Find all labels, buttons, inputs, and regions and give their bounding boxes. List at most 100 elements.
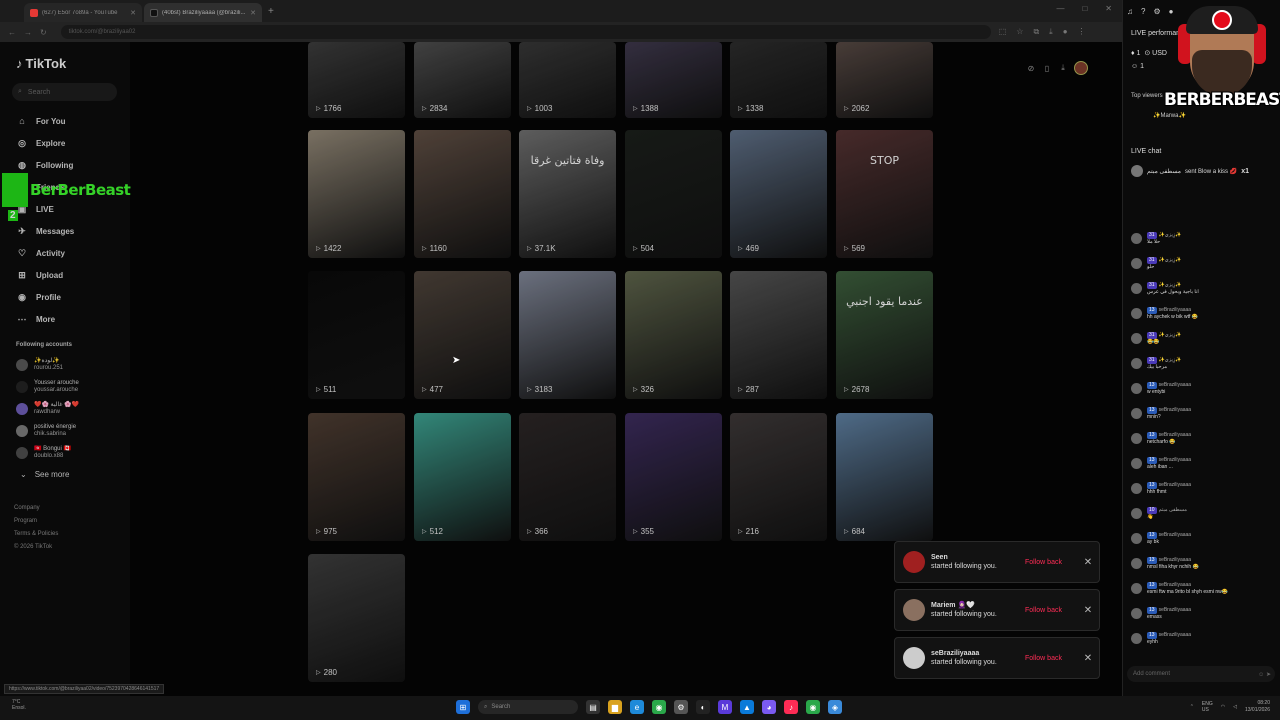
chat-message[interactable]: 13 seBraziliyaaaa w entybi bbox=[1131, 382, 1276, 407]
following-account[interactable]: Yousser arouche youssar.arouche bbox=[16, 376, 79, 398]
following-account[interactable]: ✨لودة✨ rourou.251 bbox=[16, 354, 79, 376]
chat-message[interactable]: 10 مسطفى مبتم 👋 bbox=[1131, 507, 1276, 532]
nav-activity[interactable]: ♡ Activity bbox=[16, 242, 74, 264]
video-thumbnail[interactable]: ▷ 975 bbox=[308, 413, 405, 541]
footer-link[interactable]: Terms & Policies bbox=[14, 528, 58, 541]
nav-upload[interactable]: ⊞ Upload bbox=[16, 264, 74, 286]
emoji-icon[interactable]: ☺ ➤ bbox=[1258, 671, 1271, 678]
help-icon[interactable]: ? bbox=[1141, 7, 1145, 16]
app-icon[interactable]: ◈ bbox=[828, 700, 842, 714]
follow-back-button[interactable]: Follow back bbox=[1025, 655, 1071, 662]
weather-widget[interactable]: 7°C Ensol. bbox=[12, 699, 26, 711]
video-thumbnail[interactable]: ▷ 504 bbox=[625, 130, 722, 258]
chat-message[interactable]: 31 ✨زِيزي✨ انا باجية وبحول في عرس bbox=[1131, 282, 1276, 307]
chat-message[interactable]: 13 seBraziliyaaaa emass bbox=[1131, 607, 1276, 632]
chat-message[interactable]: 13 seBraziliyaaaa netcharfo 😂 bbox=[1131, 432, 1276, 457]
video-thumbnail[interactable]: ▷ 2834 bbox=[414, 42, 511, 118]
nav-more[interactable]: ⋯ More bbox=[16, 308, 74, 330]
maximize-button[interactable]: □ bbox=[1082, 4, 1087, 13]
language-indicator[interactable]: ENG US bbox=[1202, 701, 1213, 713]
download-app-icon[interactable]: ⤓ bbox=[1058, 63, 1068, 73]
video-thumbnail[interactable]: ▷ 1388 bbox=[625, 42, 722, 118]
chrome-icon[interactable]: ◉ bbox=[652, 700, 666, 714]
chrome-profile-icon[interactable]: ◉ bbox=[806, 700, 820, 714]
comment-input[interactable]: Add comment ☺ ➤ bbox=[1127, 666, 1275, 682]
new-tab-button[interactable]: + bbox=[268, 6, 274, 17]
video-thumbnail[interactable]: وفاة فتاتين غرقا ▷ 37.1K bbox=[519, 130, 616, 258]
footer-link[interactable]: Program bbox=[14, 515, 58, 528]
video-thumbnail[interactable]: عندما يقود اجنبي ▷ 2678 bbox=[836, 271, 933, 399]
my-avatar[interactable] bbox=[1074, 61, 1088, 75]
chat-message[interactable]: 31 ✨زِيزي✨ 😂😂 bbox=[1131, 332, 1276, 357]
windows-start-icon[interactable]: ⊞ bbox=[456, 700, 470, 714]
video-thumbnail[interactable]: ▷ 1003 bbox=[519, 42, 616, 118]
photos-icon[interactable]: ▲ bbox=[740, 700, 754, 714]
close-tab-icon[interactable]: ✕ bbox=[130, 9, 136, 17]
volume-icon[interactable]: ◁ bbox=[1233, 704, 1237, 710]
download-icon[interactable]: ⤓ bbox=[1049, 27, 1053, 37]
settings-app-icon[interactable]: ⚙ bbox=[674, 700, 688, 714]
chat-message[interactable]: 13 seBraziliyaaaa eyhh bbox=[1131, 632, 1276, 657]
search-input[interactable]: ⌕ Search bbox=[12, 83, 117, 101]
nav-messages[interactable]: ✈ Messages bbox=[16, 220, 74, 242]
see-more-button[interactable]: ⌄ See more bbox=[20, 470, 69, 479]
close-window-button[interactable]: ✕ bbox=[1105, 4, 1112, 13]
obs-icon[interactable]: ◐ bbox=[696, 700, 710, 714]
taskbar-search[interactable]: ⌕ Search bbox=[478, 700, 578, 714]
video-thumbnail[interactable]: ▷ 512 bbox=[414, 413, 511, 541]
close-icon[interactable]: ✕ bbox=[1077, 653, 1099, 664]
edge-icon[interactable]: e bbox=[630, 700, 644, 714]
chat-message[interactable]: 31 ✨زِيزي✨ حلا ملا bbox=[1131, 232, 1276, 257]
chat-message[interactable]: 13 seBraziliyaaaa mnin? bbox=[1131, 407, 1276, 432]
forward-icon[interactable]: → bbox=[24, 28, 32, 37]
video-thumbnail[interactable]: STOP ▷ 569 bbox=[836, 130, 933, 258]
back-icon[interactable]: ← bbox=[8, 28, 16, 37]
minimize-button[interactable]: — bbox=[1056, 4, 1064, 13]
video-thumbnail[interactable]: ▷ 216 bbox=[730, 413, 827, 541]
reload-icon[interactable]: ↻ bbox=[40, 28, 47, 37]
extensions-icon[interactable]: ⧉ bbox=[1033, 27, 1039, 37]
nav-profile[interactable]: ◉ Profile bbox=[16, 286, 74, 308]
chat-message[interactable]: 31 ✨زِيزي✨ حلو bbox=[1131, 257, 1276, 282]
device-icon[interactable]: ▯ bbox=[1042, 64, 1052, 73]
browser-tab-youtube[interactable]: (627) E5or 7o89a - YouTube ✕ bbox=[24, 3, 142, 22]
following-account[interactable]: 🇹🇳 Bongui 🇨🇦 doublo.x88 bbox=[16, 442, 79, 464]
chat-message[interactable]: 13 seBraziliyaaaa hhh fhmt bbox=[1131, 482, 1276, 507]
tray-chevron-icon[interactable]: ⌃ bbox=[1190, 704, 1194, 710]
nav-for-you[interactable]: ⌂ For You bbox=[16, 110, 74, 132]
close-tab-icon[interactable]: ✕ bbox=[250, 9, 256, 17]
video-thumbnail[interactable]: ▷ 1422 bbox=[308, 130, 405, 258]
chat-message[interactable]: 13 seBraziliyaaaa ay bk bbox=[1131, 532, 1276, 557]
video-thumbnail[interactable]: ▷ 2062 bbox=[836, 42, 933, 118]
video-thumbnail[interactable]: ▷ 326 bbox=[625, 271, 722, 399]
video-thumbnail[interactable]: ▷ 280 bbox=[308, 554, 405, 682]
tiktok-logo[interactable]: ♪ TikTok bbox=[16, 56, 66, 71]
following-account[interactable]: ❤️🌸 غالية 🌸❤️ rawdharw bbox=[16, 398, 79, 420]
video-thumbnail[interactable]: ▷ 684 bbox=[836, 413, 933, 541]
follow-back-button[interactable]: Follow back bbox=[1025, 607, 1071, 614]
video-thumbnail[interactable]: ▷ 1160 bbox=[414, 130, 511, 258]
profile-avatar-icon[interactable]: ● bbox=[1063, 27, 1068, 37]
following-account[interactable]: positive énergie chik.sabrina bbox=[16, 420, 79, 442]
chat-message[interactable]: 13 seBraziliyaaaa nmsl fiha khyr nchih 😂 bbox=[1131, 557, 1276, 582]
settings-icon[interactable]: ⚙ bbox=[1153, 7, 1160, 16]
follow-back-button[interactable]: Follow back bbox=[1025, 559, 1071, 566]
mail-icon[interactable]: M bbox=[718, 700, 732, 714]
task-view-icon[interactable]: ▤ bbox=[586, 700, 600, 714]
video-thumbnail[interactable]: ▷ 469 bbox=[730, 130, 827, 258]
install-icon[interactable]: ⬚ bbox=[999, 27, 1007, 37]
chat-message[interactable]: 31 ✨زِيزي✨ مرحبا بيك bbox=[1131, 357, 1276, 382]
chat-message[interactable]: 13 seBraziliyaaaa esmi ftw ma 9rito bl shy… bbox=[1131, 582, 1276, 607]
discord-icon[interactable]: ◕ bbox=[762, 700, 776, 714]
video-thumbnail[interactable]: ▷ 477 bbox=[414, 271, 511, 399]
nav-explore[interactable]: ◎ Explore bbox=[16, 132, 74, 154]
star-icon[interactable]: ☆ bbox=[1016, 27, 1023, 37]
url-input[interactable]: tiktok.com/@braziliyaa02 bbox=[60, 25, 991, 39]
browser-tab-tiktok[interactable]: (40bst) Braziliyaaaa (@brazili... ✕ bbox=[144, 3, 262, 22]
tiktok-app-icon[interactable]: ♪ bbox=[784, 700, 798, 714]
chat-message[interactable]: 13 seBraziliyaaaa hh aychek w bik wtf 😂 bbox=[1131, 307, 1276, 332]
close-icon[interactable]: ✕ bbox=[1077, 605, 1099, 616]
video-thumbnail[interactable]: ▷ 366 bbox=[519, 413, 616, 541]
file-explorer-icon[interactable]: ▆ bbox=[608, 700, 622, 714]
coins-icon[interactable]: ⊘ bbox=[1026, 64, 1036, 73]
